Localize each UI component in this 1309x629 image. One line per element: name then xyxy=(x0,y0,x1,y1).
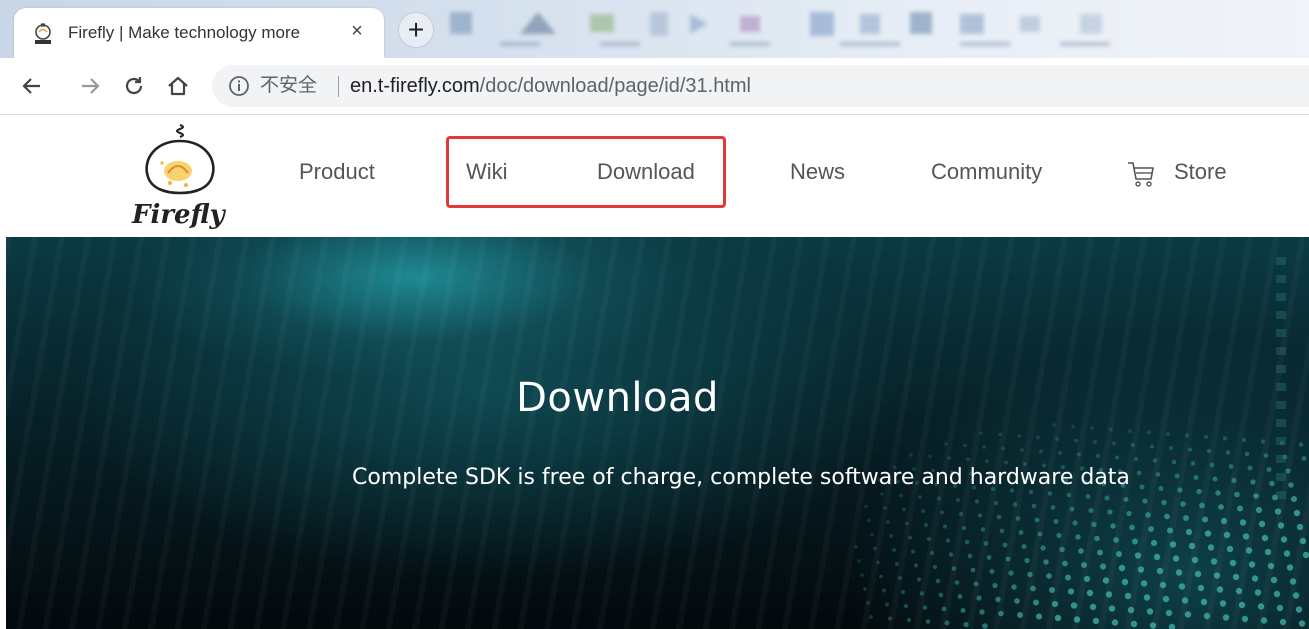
url-path: /doc/download/page/id/31.html xyxy=(479,75,751,97)
nav-store[interactable]: Store xyxy=(1174,159,1227,185)
nav-community[interactable]: Community xyxy=(931,159,1042,185)
back-button[interactable] xyxy=(16,70,48,102)
home-icon xyxy=(168,76,188,96)
browser-tab-strip: Firefly | Make technology more × + xyxy=(0,0,1309,58)
url-host: en.t-firefly.com xyxy=(350,75,480,97)
arrow-left-icon xyxy=(22,78,40,94)
forward-button[interactable] xyxy=(74,70,106,102)
firefly-logo[interactable]: Firefly xyxy=(126,119,230,233)
tab-close-icon[interactable]: × xyxy=(346,20,368,42)
url-text[interactable]: en.t-firefly.com/doc/download/page/id/31… xyxy=(350,65,751,107)
reload-icon xyxy=(125,77,143,95)
address-divider xyxy=(338,76,339,97)
home-button[interactable] xyxy=(162,70,194,102)
hero-title: Download xyxy=(516,375,719,421)
new-tab-button[interactable]: + xyxy=(398,12,434,48)
info-icon[interactable] xyxy=(228,75,250,97)
arrow-right-icon xyxy=(82,78,100,94)
hero-dot-pattern xyxy=(854,257,1309,629)
nav-news[interactable]: News xyxy=(790,159,845,185)
nav-product[interactable]: Product xyxy=(299,159,375,185)
site-header: Firefly Product Wiki Download News Commu… xyxy=(0,115,1309,237)
browser-toolbar: 不安全 en.t-firefly.com/doc/download/page/i… xyxy=(0,58,1309,115)
hero-subtitle: Complete SDK is free of charge, complete… xyxy=(352,465,1130,490)
browser-tab-active[interactable]: Firefly | Make technology more × xyxy=(14,8,384,58)
hero-banner: Download Complete SDK is free of charge,… xyxy=(6,237,1309,629)
firefly-favicon-icon xyxy=(35,23,51,44)
background-window-icons xyxy=(450,12,1110,46)
address-bar[interactable]: 不安全 en.t-firefly.com/doc/download/page/i… xyxy=(212,65,1309,107)
highlight-annotation-box xyxy=(446,136,726,208)
tab-title: Firefly | Make technology more xyxy=(68,23,348,43)
security-label[interactable]: 不安全 xyxy=(260,65,317,107)
logo-text: Firefly xyxy=(131,200,226,230)
reload-button[interactable] xyxy=(118,70,150,102)
cart-icon[interactable] xyxy=(1126,159,1156,189)
